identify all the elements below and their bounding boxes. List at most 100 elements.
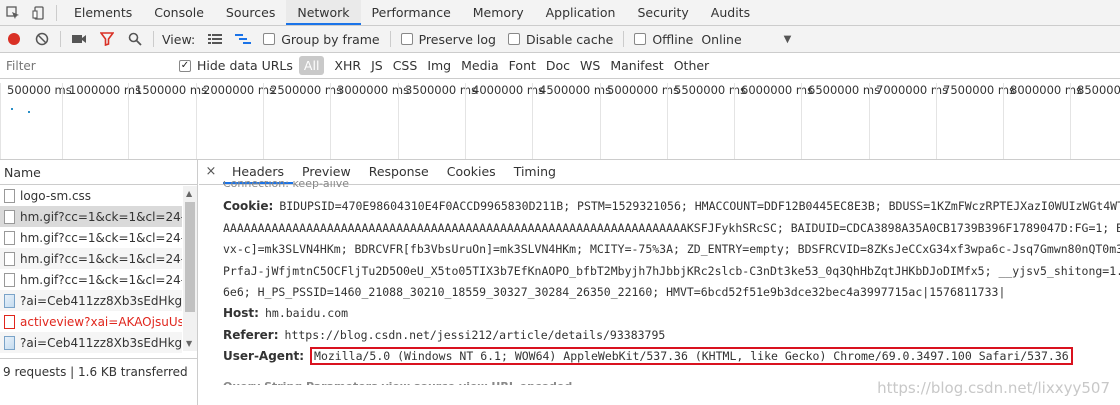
offline-label: Offline (652, 31, 694, 47)
throttling-select[interactable]: Online (701, 32, 741, 47)
timeline-tick: 500000 ms (0, 83, 72, 159)
toolbar-divider (389, 31, 391, 47)
tab-network[interactable]: Network (286, 0, 361, 25)
header-value: https://blog.csdn.net/jessi212/article/d… (284, 328, 666, 342)
header-name: User-Agent: (223, 349, 305, 363)
request-name: ?ai=Ceb411zz8Xb3sEdHkgAPr (20, 293, 182, 308)
connection-header-clipped: Connection: keep-alive (223, 181, 350, 189)
header-name: Cookie: (223, 199, 274, 213)
tab-performance[interactable]: Performance (361, 0, 462, 25)
tab-console[interactable]: Console (143, 0, 215, 25)
filter-type-all[interactable]: All (298, 56, 325, 75)
filter-bar: ✓ Hide data URLs All XHR JS CSS Img Media… (0, 53, 1120, 79)
stylesheet-file-icon (4, 188, 15, 203)
filter-type-xhr[interactable]: XHR (329, 58, 366, 73)
toolbar-divider (153, 31, 154, 47)
request-row[interactable]: hm.gif?cc=1&ck=1&cl=24-bit (0, 269, 182, 290)
request-name: hm.gif?cc=1&ck=1&cl=24-bit (20, 251, 182, 266)
clear-icon[interactable] (28, 26, 56, 52)
image-file-icon (4, 209, 15, 224)
capture-screenshots-icon[interactable] (65, 26, 93, 52)
tab-audits[interactable]: Audits (700, 0, 761, 25)
disable-cache-label: Disable cache (525, 31, 614, 47)
view-label: View: (162, 31, 196, 47)
filter-type-css[interactable]: CSS (388, 58, 423, 73)
cookie-value-line: 6e6; H_PS_PSSID=1460_21088_30210_18559_3… (223, 285, 1006, 299)
close-icon[interactable]: × (199, 160, 223, 184)
request-row[interactable]: hm.gif?cc=1&ck=1&cl=24-bit (0, 248, 182, 269)
query-string-header-clipped: Query String Parameters view source view… (223, 379, 572, 385)
request-row[interactable]: hm.gif?cc=1&ck=1&cl=24-bit (0, 227, 182, 248)
cookie-value-line: vx-c]=mk3SLVN4HKm; BDRCVFR[fb3VbsUruOn]=… (223, 242, 1120, 256)
filter-type-ws[interactable]: WS (575, 58, 605, 73)
filter-type-img[interactable]: Img (422, 58, 456, 73)
tab-elements[interactable]: Elements (63, 0, 143, 25)
request-name: ?ai=Ceb411zz8Xb3sEdHkgAPr (20, 335, 182, 350)
hide-data-urls-label: Hide data URLs (197, 58, 293, 73)
hide-data-urls-checkbox[interactable]: ✓ Hide data URLs (179, 58, 293, 73)
watermark: https://blog.csdn.net/lixxyy507 (877, 379, 1110, 397)
checkbox-box (507, 33, 520, 45)
tab-response[interactable]: Response (360, 160, 438, 184)
name-column-header[interactable]: Name (0, 160, 197, 185)
request-name: hm.gif?cc=1&ck=1&cl=24-bit (20, 230, 182, 245)
tab-memory[interactable]: Memory (462, 0, 535, 25)
image-file-icon (4, 335, 15, 350)
large-rows-icon[interactable] (201, 26, 229, 52)
filter-icon[interactable] (93, 26, 121, 52)
filter-input[interactable] (2, 55, 167, 76)
toolbar-divider (623, 31, 625, 47)
cookie-value-line: PrfaJ-jWfjmtnC5OCFljTu2D5O0eU_X5to05TIX3… (223, 264, 1120, 278)
request-row[interactable]: logo-sm.css (0, 185, 182, 206)
request-row[interactable]: activeview?xai=AKAOjsuUsTUa (0, 311, 182, 332)
toolbar-divider (56, 5, 57, 21)
checkmark-icon: ✓ (179, 59, 191, 72)
offline-checkbox[interactable]: Offline (634, 32, 693, 47)
filter-type-media[interactable]: Media (456, 58, 504, 73)
filter-type-doc[interactable]: Doc (541, 58, 575, 73)
request-row[interactable]: hm.gif?cc=1&ck=1&cl=24-bit (0, 206, 182, 227)
request-list: Name logo-sm.css hm.gif?cc=1&ck=1&cl=24-… (0, 160, 198, 405)
cookie-value-line: AAAAAAAAAAAAAAAAAAAAAAAAAAAAAAAAAAAAAAAA… (223, 221, 1120, 235)
user-agent-header-row: User-Agent: Mozilla/5.0 (Windows NT 6.1; … (223, 347, 1073, 365)
request-list-scrollbar[interactable]: ▲ ▼ (183, 186, 197, 351)
request-detail-pane: × Headers Preview Response Cookies Timin… (199, 160, 1120, 405)
image-file-icon (4, 230, 15, 245)
filter-type-manifest[interactable]: Manifest (605, 58, 668, 73)
search-icon[interactable] (121, 26, 149, 52)
tab-cookies[interactable]: Cookies (438, 160, 505, 184)
device-toolbar-icon[interactable] (26, 0, 52, 25)
filter-type-other[interactable]: Other (669, 58, 715, 73)
waterfall-icon[interactable] (229, 26, 257, 52)
filter-type-js[interactable]: JS (366, 58, 388, 73)
tab-timing[interactable]: Timing (505, 160, 565, 184)
cookie-header-row: Cookie: BIDUPSID=470E98604310E4F0ACCD9965… (223, 199, 1120, 213)
scroll-down-icon[interactable]: ▼ (186, 339, 192, 348)
record-button[interactable] (0, 26, 28, 52)
inspect-element-icon[interactable] (0, 0, 26, 25)
file-icon (4, 314, 15, 329)
timeline-request-mark (28, 111, 30, 113)
image-file-icon (4, 251, 15, 266)
group-by-frame-checkbox[interactable]: Group by frame (263, 31, 380, 47)
tab-application[interactable]: Application (535, 0, 627, 25)
group-by-frame-label: Group by frame (281, 31, 380, 47)
preserve-log-checkbox[interactable]: Preserve log (400, 32, 496, 47)
status-summary: 9 requests | 1.6 KB transferred (0, 358, 197, 405)
scroll-up-icon[interactable]: ▲ (186, 189, 192, 198)
timeline-overview[interactable]: 500000 ms 1000000 ms 1500000 ms 2000000 … (0, 79, 1120, 160)
disable-cache-checkbox[interactable]: Disable cache (507, 31, 614, 47)
filter-type-font[interactable]: Font (504, 58, 541, 73)
tab-sources[interactable]: Sources (215, 0, 286, 25)
request-row[interactable]: ?ai=Ceb411zz8Xb3sEdHkgAPr (0, 290, 182, 311)
host-header-row: Host: hm.baidu.com (223, 306, 348, 320)
request-name: logo-sm.css (20, 188, 92, 203)
checkbox-box (634, 33, 647, 45)
header-name: Host: (223, 306, 259, 320)
tab-security[interactable]: Security (626, 0, 699, 25)
chevron-down-icon[interactable]: ▼ (784, 34, 792, 45)
request-row[interactable]: ?ai=Ceb411zz8Xb3sEdHkgAPr (0, 332, 182, 353)
scrollbar-thumb[interactable] (185, 202, 195, 312)
image-file-icon (4, 293, 15, 308)
user-agent-highlight: Mozilla/5.0 (Windows NT 6.1; WOW64) Appl… (310, 347, 1073, 365)
